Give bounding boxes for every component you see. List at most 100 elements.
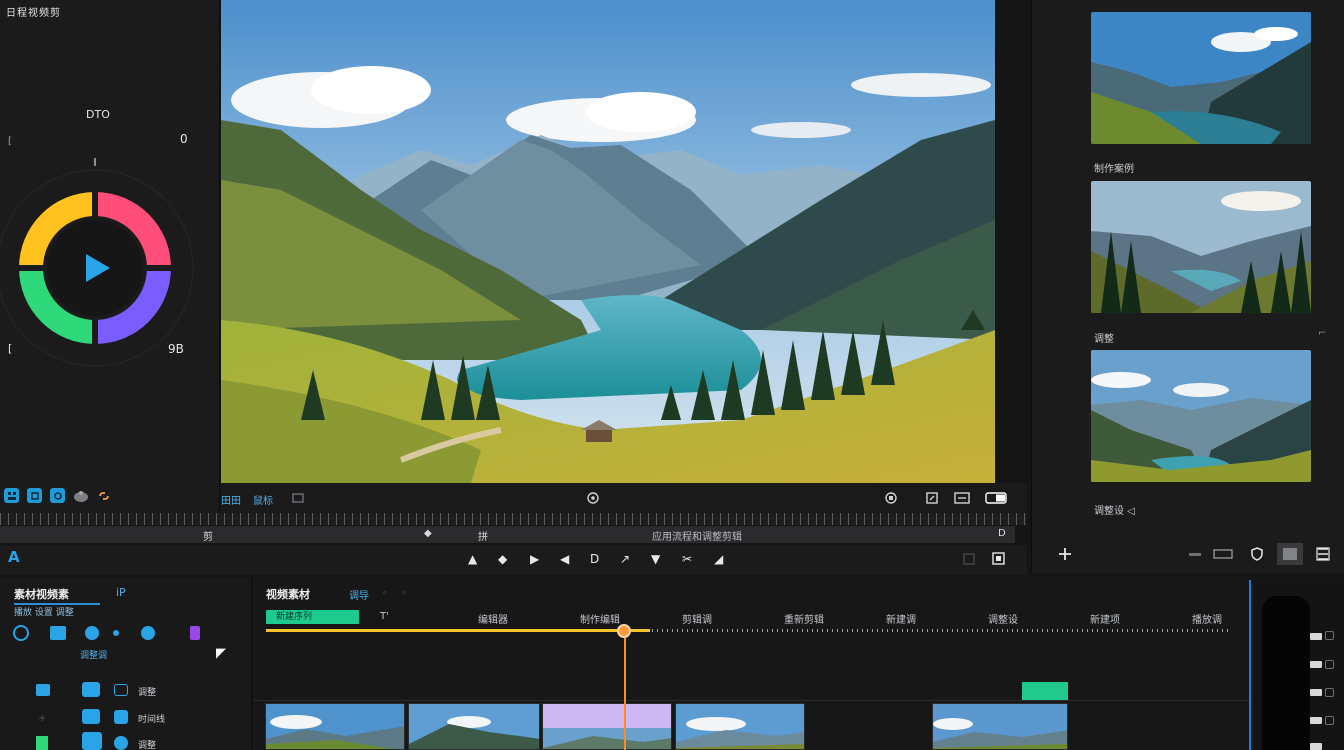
effects-toolbar[interactable] — [12, 624, 212, 642]
swatch-icon — [1283, 548, 1297, 560]
effect-item-icon-8[interactable] — [114, 736, 128, 750]
layers-icon[interactable] — [27, 488, 42, 503]
clip-selection-overlay — [543, 704, 671, 728]
playhead-line[interactable] — [624, 632, 626, 750]
fit-icon[interactable] — [883, 491, 899, 505]
effects-mid-label[interactable]: 调整调 — [80, 648, 107, 661]
media-thumbnail-1[interactable] — [1091, 12, 1311, 144]
effect-add-icon[interactable]: + — [38, 713, 46, 724]
tool-slip-icon[interactable]: D — [590, 552, 599, 566]
shield-icon[interactable] — [1249, 546, 1265, 562]
media-browser-toolbar — [1041, 538, 1333, 570]
effect-item-icon-2[interactable] — [82, 682, 100, 697]
timeline-title: 视频素材 — [266, 588, 310, 601]
effect-row-label-3[interactable]: 调整 — [138, 738, 156, 750]
track-divider — [253, 700, 1249, 701]
tool-cut-icon[interactable]: ✂ — [682, 552, 692, 566]
clip-thumbnail-2 — [409, 704, 539, 749]
meter-lock-button[interactable] — [1325, 716, 1334, 725]
timeline-tick-7: 调整设 — [988, 615, 1018, 626]
meter-tick-3 — [1310, 689, 1322, 696]
tool-ripple-icon[interactable]: ▶ — [530, 552, 539, 566]
effect-row-label-2[interactable]: 时间线 — [138, 712, 165, 725]
timeline-tick-8: 新建项 — [1090, 615, 1120, 626]
tool-razor-icon[interactable]: ◆ — [498, 552, 507, 566]
effect-row-label-1[interactable]: 调整 — [138, 685, 156, 698]
pin-icon[interactable]: ◤ — [216, 646, 226, 661]
scrub-ruler[interactable] — [0, 513, 1027, 525]
color-panel-title: 日程视频剪 — [6, 8, 61, 19]
thumbnail-label-3: 调整设 ◁ — [1094, 506, 1135, 517]
landscape-preview-image — [221, 0, 995, 483]
clip-thumbnail-3 — [543, 728, 671, 749]
export-icon[interactable] — [991, 551, 1006, 566]
add-icon[interactable] — [1057, 546, 1073, 562]
playhead-handle[interactable] — [617, 624, 631, 638]
media-thumbnail-2[interactable] — [1091, 181, 1311, 313]
scrub-label-1: 剪 — [203, 532, 213, 543]
clip-thumbnail-5 — [933, 704, 1067, 749]
thumbnail-label-1: 制作案例 — [1094, 164, 1134, 175]
effect-item-icon-3[interactable] — [114, 684, 128, 696]
viewer-label-1[interactable]: 田田 — [221, 492, 241, 507]
scrub-marker-icon[interactable]: ◆ — [424, 528, 432, 539]
tool-pen-icon[interactable]: ↗ — [620, 552, 630, 566]
menu-icon[interactable] — [1315, 546, 1331, 562]
minus-icon[interactable] — [1187, 546, 1203, 562]
target-icon[interactable] — [585, 491, 601, 505]
tool-select-icon[interactable]: ▲ — [468, 552, 477, 566]
video-clip-3-selected[interactable] — [542, 703, 672, 750]
scrub-label-4: D — [998, 528, 1006, 539]
grid-icon[interactable] — [4, 488, 19, 503]
effect-item-icon-5[interactable] — [114, 710, 128, 724]
scrub-bar[interactable] — [0, 526, 1015, 543]
effects-tab[interactable]: iP — [116, 586, 126, 599]
fullscreen-icon[interactable] — [985, 491, 1007, 505]
sequence-tag[interactable]: 新建序列 — [266, 610, 359, 624]
link-icon[interactable] — [97, 489, 111, 503]
list-view-icon[interactable] — [1213, 547, 1233, 561]
tool-roll-icon[interactable]: ◀ — [560, 552, 569, 566]
lake-thumbnail-image — [1091, 12, 1311, 144]
timeline-tab[interactable]: 调导 — [349, 587, 369, 602]
effect-item-icon-4[interactable] — [82, 709, 100, 724]
tool-hand-icon[interactable]: ▼ — [651, 552, 660, 566]
film-icon[interactable] — [291, 491, 307, 505]
snap-icon[interactable] — [962, 552, 976, 566]
meter-mute-button[interactable] — [1325, 660, 1334, 669]
video-clip-1[interactable] — [265, 703, 405, 750]
preview-viewer[interactable] — [221, 0, 995, 483]
audio-clip[interactable] — [1022, 682, 1068, 700]
timeline-tab-dot-icon[interactable]: ◦ — [382, 589, 387, 599]
thumbnail-label-2: 调整 — [1094, 334, 1114, 345]
edit-tools-row — [0, 545, 1027, 575]
video-clip-2[interactable] — [408, 703, 540, 750]
timeline-tick-4: 剪辑调 — [682, 615, 712, 626]
meter-tick-5 — [1310, 743, 1322, 750]
frame-icon[interactable] — [50, 488, 65, 503]
wheel-value: 0 — [180, 132, 188, 146]
timeline-tab-dot-icon-2[interactable]: ◦ — [402, 589, 407, 599]
meter-solo-button[interactable] — [1325, 631, 1334, 640]
timeline-ruler[interactable] — [652, 629, 1230, 632]
timeline-progress-bar[interactable] — [266, 629, 650, 632]
timeline-tick-6: 新建调 — [886, 615, 916, 626]
swatch-button[interactable] — [1277, 543, 1303, 565]
video-clip-5[interactable] — [932, 703, 1068, 750]
audio-level-meter — [1262, 596, 1310, 750]
effect-item-icon-7[interactable] — [82, 732, 102, 750]
viewer-label-2[interactable]: 鼠标 — [253, 492, 273, 507]
palette-icon[interactable] — [73, 489, 89, 503]
media-thumbnail-3[interactable] — [1091, 350, 1311, 482]
export-frame-icon[interactable] — [924, 491, 940, 505]
meter-record-button[interactable] — [1325, 688, 1334, 697]
video-clip-4[interactable] — [675, 703, 805, 750]
effect-item-icon-1[interactable] — [36, 684, 50, 696]
timeline-tick-5: 重新剪辑 — [784, 615, 824, 626]
wheel-left-mark: [ — [8, 136, 12, 147]
timeline-end-marker[interactable] — [1249, 580, 1251, 750]
tool-zoom-icon[interactable]: ◢ — [714, 552, 723, 566]
settings-grid-icon[interactable] — [954, 491, 970, 505]
color-wheel[interactable] — [0, 150, 195, 385]
effect-item-icon-6[interactable] — [36, 736, 48, 750]
